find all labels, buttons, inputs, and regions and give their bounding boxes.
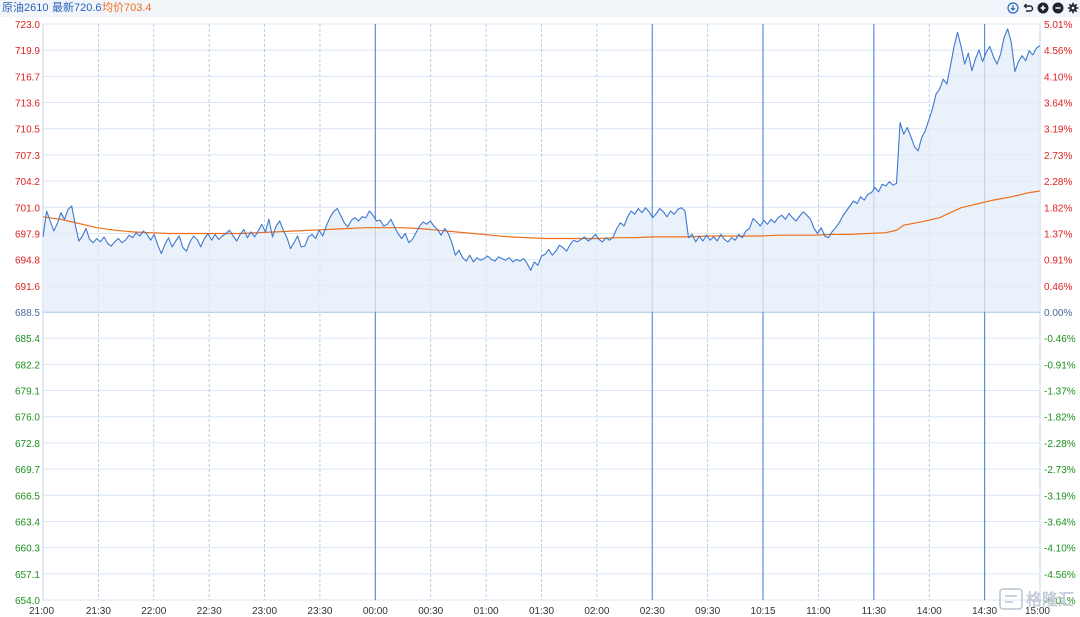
- time-axis: 21:00 21:30 22:00 22:30 23:00 23:30 00:00 00:30…: [29, 606, 1050, 617]
- price-tick-label: 676.0: [15, 413, 40, 424]
- price-tick-label: 716.7: [15, 72, 40, 83]
- price-tick-label: 701.0: [15, 203, 40, 214]
- time-tick-label: 10:15: [751, 606, 776, 617]
- time-tick-label: 22:00: [141, 606, 166, 617]
- percent-tick-label: -0.46%: [1044, 334, 1076, 345]
- watermark-logo-icon: [999, 588, 1023, 610]
- percent-tick-label: -3.64%: [1044, 517, 1076, 528]
- percent-axis: 5.01% 4.56% 4.10% 3.64% 3.19% 2.73% 2.28% 1.82%…: [1044, 20, 1076, 607]
- price-tick-label: 707.3: [15, 151, 40, 162]
- watermark-logo-mark: [1005, 595, 1017, 603]
- percent-tick-label: -0.91%: [1044, 360, 1076, 371]
- price-tick-label: 666.5: [15, 491, 40, 502]
- price-tick-label: 663.4: [15, 517, 40, 528]
- time-tick-label: 14:30: [972, 606, 997, 617]
- price-tick-label: 710.5: [15, 125, 40, 136]
- price-tick-label: 685.4: [15, 334, 40, 345]
- percent-tick-label: 4.56%: [1044, 46, 1072, 57]
- price-tick-label: 660.3: [15, 544, 40, 555]
- price-tick-label: 691.6: [15, 282, 40, 293]
- watermark-text: 格隆汇: [1026, 590, 1074, 609]
- time-tick-label: 21:00: [29, 606, 54, 617]
- percent-tick-label: 0.91%: [1044, 256, 1072, 267]
- time-tick-label: 00:30: [418, 606, 443, 617]
- time-tick-label: 14:00: [917, 606, 942, 617]
- price-tick-label: 713.6: [15, 99, 40, 110]
- price-tick-label: 657.1: [15, 570, 40, 581]
- price-tick-label: 688.5: [15, 308, 40, 319]
- percent-tick-label: -3.19%: [1044, 491, 1076, 502]
- time-tick-label: 11:30: [862, 606, 887, 617]
- percent-tick-label: -2.73%: [1044, 465, 1076, 476]
- percent-tick-label: 4.10%: [1044, 72, 1072, 83]
- percent-tick-label: -4.10%: [1044, 544, 1076, 555]
- price-tick-label: 723.0: [15, 20, 40, 31]
- price-tick-label: 697.9: [15, 229, 40, 240]
- percent-tick-label: 0.00%: [1044, 308, 1072, 319]
- time-tick-label: 02:30: [640, 606, 665, 617]
- time-tick-label: 01:00: [474, 606, 499, 617]
- time-tick-label: 23:00: [252, 606, 277, 617]
- percent-tick-label: 2.28%: [1044, 177, 1072, 188]
- percent-tick-label: -4.56%: [1044, 570, 1076, 581]
- time-tick-label: 00:00: [363, 606, 388, 617]
- time-tick-label: 11:00: [806, 606, 831, 617]
- time-tick-label: 02:00: [584, 606, 609, 617]
- percent-tick-label: -2.28%: [1044, 439, 1076, 450]
- price-axis: 723.0 719.9 716.7 713.6 710.5 707.3 704.2 701.0…: [15, 20, 40, 607]
- percent-tick-label: 1.37%: [1044, 229, 1072, 240]
- percent-tick-label: -1.37%: [1044, 387, 1076, 398]
- percent-tick-label: 5.01%: [1044, 20, 1072, 31]
- price-tick-label: 682.2: [15, 360, 40, 371]
- price-tick-label: 719.9: [15, 46, 40, 57]
- time-tick-label: 22:30: [197, 606, 222, 617]
- percent-tick-label: 1.82%: [1044, 203, 1072, 214]
- time-tick-label: 23:30: [307, 606, 332, 617]
- watermark: 格隆汇: [999, 588, 1074, 610]
- time-tick-label: 21:30: [86, 606, 111, 617]
- percent-tick-label: -1.82%: [1044, 413, 1076, 424]
- price-tick-label: 694.8: [15, 256, 40, 267]
- percent-tick-label: 0.46%: [1044, 282, 1072, 293]
- price-chart[interactable]: 723.0 719.9 716.7 713.6 710.5 707.3 704.2 701.0…: [0, 0, 1080, 617]
- time-tick-label: 01:30: [529, 606, 554, 617]
- price-tick-label: 679.1: [15, 387, 40, 398]
- percent-tick-label: 3.64%: [1044, 99, 1072, 110]
- price-tick-label: 704.2: [15, 177, 40, 188]
- price-tick-label: 672.8: [15, 439, 40, 450]
- time-tick-label: 09:30: [695, 606, 720, 617]
- price-tick-label: 669.7: [15, 465, 40, 476]
- percent-tick-label: 2.73%: [1044, 151, 1072, 162]
- percent-tick-label: 3.19%: [1044, 125, 1072, 136]
